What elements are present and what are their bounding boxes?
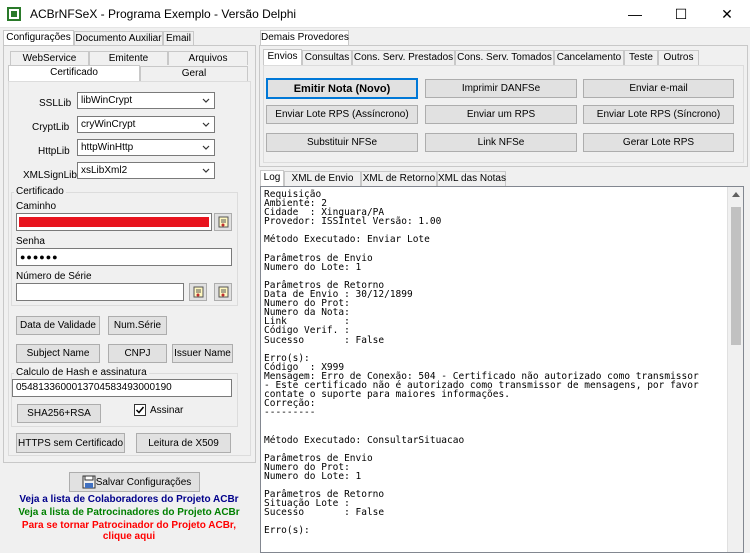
browse-certificate-button[interactable] (214, 213, 232, 231)
maximize-button[interactable]: ☐ (658, 0, 704, 28)
chevron-down-icon (202, 98, 210, 103)
link-colaboradores[interactable]: Veja a lista de Colaboradores do Projeto… (0, 494, 258, 505)
https-sem-certificado-button[interactable]: HTTPS sem Certificado (16, 433, 125, 453)
ssllib-select[interactable]: libWinCrypt (77, 92, 215, 109)
tab-cancelamento[interactable]: Cancelamento (554, 50, 624, 65)
title-bar: ACBrNFSeX - Programa Exemplo - Versão De… (0, 0, 750, 28)
ssllib-value: libWinCrypt (81, 95, 133, 106)
tab-documento-auxiliar[interactable]: Documento Auxiliar (74, 31, 163, 45)
xmlsignlib-value: xsLibXml2 (81, 165, 128, 176)
link-tornar-patrocinador-2[interactable]: clique aqui (0, 531, 258, 542)
tab-certificado[interactable]: Certificado (8, 65, 140, 81)
log-memo[interactable]: Requisição Ambiente: 2 Cidade : Xinguara… (260, 186, 744, 553)
imprimir-danfse-button[interactable]: Imprimir DANFSe (425, 79, 577, 98)
enviar-lote-assincrono-button[interactable]: Enviar Lote RPS (Assíncrono) (266, 105, 418, 124)
log-scrollbar[interactable] (727, 187, 743, 552)
tab-cons-serv-tomados[interactable]: Cons. Serv. Tomados (455, 50, 554, 65)
xmlsignlib-select[interactable]: xsLibXml2 (77, 162, 215, 179)
cryptlib-label: CryptLib (32, 122, 70, 133)
tab-emitente[interactable]: Emitente (89, 51, 168, 65)
hash-group-title: Calculo de Hash e assinatura (14, 367, 149, 378)
httplib-select[interactable]: httpWinHttp (77, 139, 215, 156)
ssllib-label: SSLLib (39, 98, 72, 109)
close-button[interactable]: ✕ (704, 0, 750, 28)
tab-arquivos[interactable]: Arquivos (168, 51, 248, 65)
tab-configuracoes[interactable]: Configurações (3, 30, 74, 45)
substituir-nfse-button[interactable]: Substituir NFSe (266, 133, 418, 152)
tab-xml-retorno[interactable]: XML de Retorno (361, 171, 437, 186)
enviar-lote-sincrono-button[interactable]: Enviar Lote RPS (Síncrono) (583, 105, 734, 124)
check-icon (135, 406, 145, 414)
tab-geral[interactable]: Geral (140, 66, 248, 81)
senha-input[interactable]: ●●●●●● (16, 248, 232, 266)
numero-serie-label: Número de Série (16, 271, 92, 282)
select-serie-button[interactable] (189, 283, 207, 301)
enviar-um-rps-button[interactable]: Enviar um RPS (425, 105, 577, 124)
enviar-email-button[interactable]: Enviar e-mail (583, 79, 734, 98)
tab-envios[interactable]: Envios (263, 49, 302, 65)
data-validade-button[interactable]: Data de Validade (16, 316, 100, 335)
tab-xml-notas[interactable]: XML das Notas (437, 171, 506, 186)
cnpj-button[interactable]: CNPJ (108, 344, 167, 363)
caminho-input[interactable] (16, 213, 212, 231)
subject-name-button[interactable]: Subject Name (16, 344, 100, 363)
hash-input[interactable]: 05481336000137045834930001​90 (12, 379, 232, 397)
xmlsignlib-label: XMLSignLib (23, 170, 77, 181)
certificate-icon (218, 216, 229, 228)
certificate-icon (193, 286, 204, 298)
save-icon (82, 475, 96, 489)
link-patrocinadores[interactable]: Veja a lista de Patrocinadores do Projet… (0, 507, 258, 518)
numero-serie-input[interactable] (16, 283, 184, 301)
assinar-label: Assinar (150, 405, 184, 416)
scroll-up-icon (732, 192, 740, 197)
tab-teste[interactable]: Teste (624, 50, 658, 65)
httplib-value: httpWinHttp (81, 142, 134, 153)
cryptlib-value: cryWinCrypt (81, 119, 136, 130)
tab-webservice[interactable]: WebService (10, 51, 89, 65)
leitura-x509-button[interactable]: Leitura de X509 (136, 433, 231, 453)
emitir-nota-button[interactable]: Emitir Nota (Novo) (266, 78, 418, 99)
app-icon (7, 7, 21, 21)
chevron-down-icon (202, 122, 210, 127)
chevron-down-icon (202, 168, 210, 173)
link-tornar-patrocinador-1[interactable]: Para se tornar Patrocinador do Projeto A… (0, 520, 258, 531)
tab-xml-envio[interactable]: XML de Envio (284, 171, 361, 186)
window-title: ACBrNFSeX - Programa Exemplo - Versão De… (30, 7, 297, 21)
num-serie-button[interactable]: Num.Série (108, 316, 167, 335)
redacted-path (19, 217, 209, 227)
tab-outros[interactable]: Outros (658, 50, 699, 65)
certificado-group-title: Certificado (14, 186, 66, 197)
caminho-label: Caminho (16, 201, 57, 212)
sha256-rsa-button[interactable]: SHA256+RSA (17, 404, 101, 423)
cryptlib-select[interactable]: cryWinCrypt (77, 116, 215, 133)
salvar-configuracoes-button[interactable]: Salvar Configurações (69, 472, 200, 492)
httplib-label: HttpLib (38, 146, 70, 157)
tab-consultas[interactable]: Consultas (302, 50, 352, 65)
assinar-checkbox[interactable] (134, 404, 146, 416)
minimize-button[interactable]: — (612, 0, 658, 28)
list-certificates-button[interactable] (214, 283, 232, 301)
senha-label: Senha (16, 236, 45, 247)
issuer-name-button[interactable]: Issuer Name (172, 344, 233, 363)
chevron-down-icon (202, 145, 210, 150)
tab-cons-serv-prestados[interactable]: Cons. Serv. Prestados (352, 50, 455, 65)
log-text: Requisição Ambiente: 2 Cidade : Xinguara… (264, 189, 699, 537)
tab-log[interactable]: Log (260, 170, 284, 186)
tab-demais-provedores[interactable]: Demais Provedores (260, 30, 349, 45)
scrollbar-thumb[interactable] (731, 207, 741, 345)
certificate-icon (218, 286, 229, 298)
tab-email[interactable]: Email (163, 31, 194, 45)
link-nfse-button[interactable]: Link NFSe (425, 133, 577, 152)
gerar-lote-rps-button[interactable]: Gerar Lote RPS (583, 133, 734, 152)
salvar-label: Salvar Configurações (95, 476, 192, 488)
